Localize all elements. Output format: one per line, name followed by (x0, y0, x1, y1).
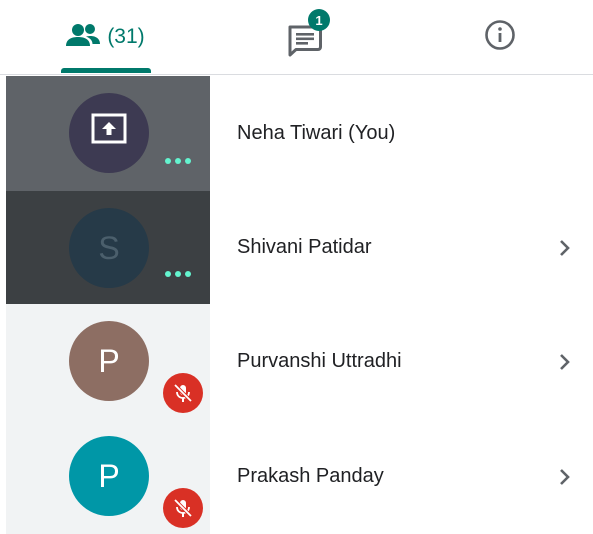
participant-name: Neha Tiwari (You) (237, 122, 396, 144)
participant-count: (31) (107, 25, 145, 48)
participant-row[interactable]: P Prakash Panday (0, 419, 593, 534)
speaking-indicator (165, 158, 191, 164)
screen-share-icon (89, 111, 129, 155)
mic-off-icon (163, 373, 203, 413)
participant-name: Prakash Panday (237, 465, 384, 487)
participant-list: Neha Tiwari (You) S Shivani Patidar P Pu… (0, 76, 593, 534)
tab-chat[interactable]: 1 (230, 0, 380, 74)
tab-info[interactable] (425, 0, 575, 74)
tab-people[interactable]: (31) (30, 0, 180, 74)
mic-off-icon (163, 488, 203, 528)
participant-name: Purvanshi Uttradhi (237, 350, 402, 372)
avatar: S (69, 208, 149, 288)
speaking-indicator (165, 271, 191, 277)
chevron-right-icon[interactable] (558, 191, 572, 304)
avatar (69, 93, 149, 173)
chevron-right-icon[interactable] (558, 419, 572, 534)
participant-row[interactable]: Neha Tiwari (You) (0, 76, 593, 191)
people-icon (65, 23, 101, 52)
participant-name: Shivani Patidar (237, 236, 372, 258)
avatar: P (69, 436, 149, 516)
active-tab-indicator (61, 68, 151, 73)
chevron-right-icon[interactable] (558, 304, 572, 419)
unread-chat-badge: 1 (308, 9, 330, 31)
info-icon (484, 19, 516, 56)
panel-tab-bar: (31) 1 (0, 0, 593, 75)
participant-row[interactable]: S Shivani Patidar (0, 191, 593, 304)
avatar: P (69, 321, 149, 401)
participant-row[interactable]: P Purvanshi Uttradhi (0, 304, 593, 419)
